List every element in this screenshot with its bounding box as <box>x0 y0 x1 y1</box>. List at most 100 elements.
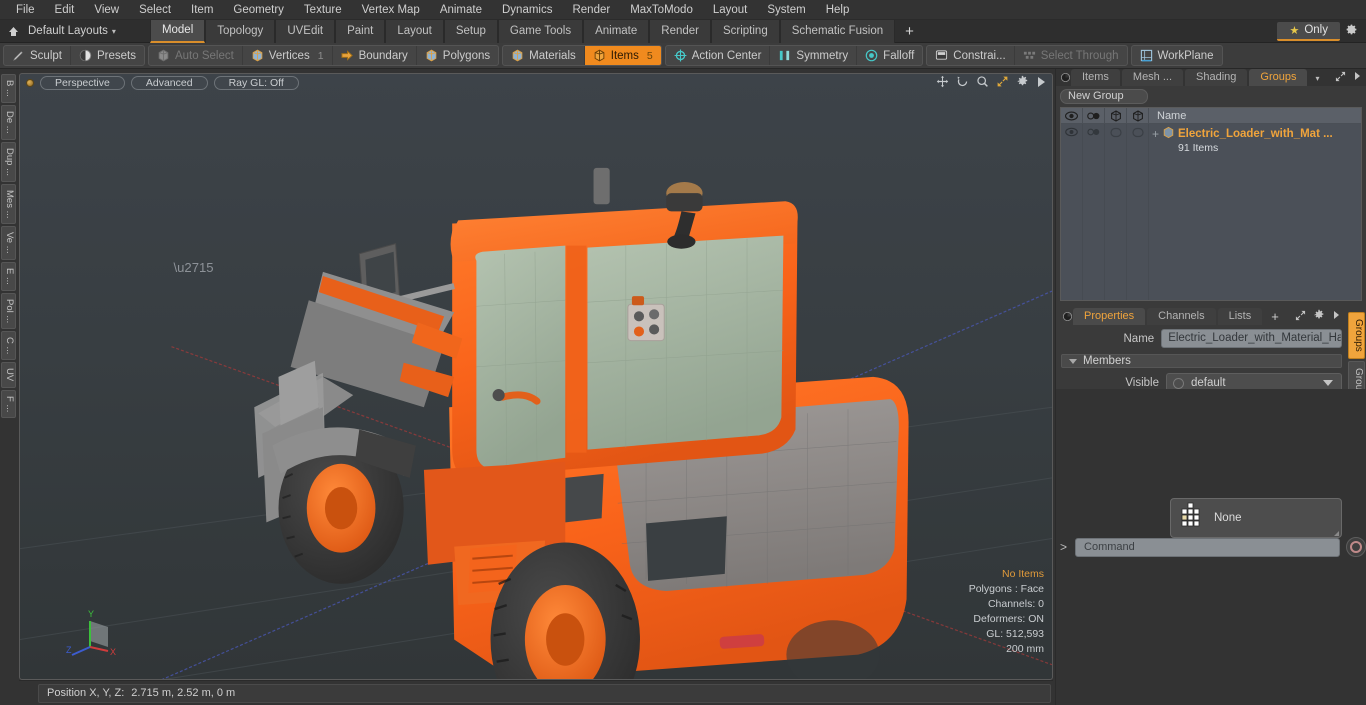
layout-tab-scripting[interactable]: Scripting <box>710 19 780 43</box>
properties-tab-lists[interactable]: Lists <box>1217 308 1263 325</box>
menu-item-edit[interactable]: Edit <box>45 0 85 20</box>
row-wire-toggle[interactable] <box>1105 124 1127 154</box>
left-tab-8[interactable]: UV <box>1 362 16 388</box>
left-tab-7[interactable]: C ... <box>1 330 16 361</box>
rotate-icon[interactable] <box>956 75 969 91</box>
left-tab-3[interactable]: Mes ... <box>1 183 16 225</box>
tool-button-constrai[interactable]: Constrai... <box>927 46 1015 65</box>
layout-tab-model[interactable]: Model <box>149 19 206 43</box>
left-tab-0[interactable]: B ... <box>1 74 16 103</box>
layout-tab-topology[interactable]: Topology <box>205 19 276 43</box>
properties-menu-icon[interactable] <box>1061 308 1073 325</box>
render-icon[interactable] <box>1083 108 1105 123</box>
layout-tab-paint[interactable]: Paint <box>335 19 386 43</box>
panel-tab-shading[interactable]: Shading <box>1185 69 1248 86</box>
property-state-circle-icon[interactable] <box>1173 377 1184 389</box>
chevron-right-icon[interactable] <box>1332 310 1340 323</box>
move-icon[interactable] <box>936 75 949 91</box>
tool-button-select-through[interactable]: Select Through <box>1015 46 1127 65</box>
expand-icon[interactable] <box>1335 71 1346 85</box>
record-icon[interactable] <box>1346 537 1366 557</box>
row-shade-toggle[interactable] <box>1127 124 1149 154</box>
left-tab-5[interactable]: E ... <box>1 261 16 291</box>
expand-icon[interactable] <box>1295 310 1306 324</box>
panel-tab-mesh[interactable]: Mesh ... <box>1121 69 1184 86</box>
viewport-projection-selector[interactable]: Perspective <box>40 76 125 90</box>
name-input[interactable]: Electric_Loader_with_Material_Ha <box>1161 329 1342 348</box>
chevron-down-icon[interactable] <box>1323 380 1333 386</box>
side-tab-groups[interactable]: Groups <box>1348 312 1365 359</box>
tool-button-vertices[interactable]: Vertices 1 <box>243 46 333 65</box>
menu-item-select[interactable]: Select <box>129 0 181 20</box>
menu-item-system[interactable]: System <box>757 0 815 20</box>
tool-button-materials[interactable]: Materials <box>503 46 585 65</box>
menu-item-file[interactable]: File <box>6 0 45 20</box>
3d-viewport[interactable]: \u2715 Perspective Advanced Ray GL: Off … <box>19 73 1053 680</box>
viewport-raygl-selector[interactable]: Ray GL: Off <box>213 76 299 90</box>
menu-item-maxtomodo[interactable]: MaxToModo <box>620 0 703 20</box>
layout-tab-layout[interactable]: Layout <box>385 19 444 43</box>
tool-button-presets[interactable]: Presets <box>71 46 144 65</box>
layout-tab-setup[interactable]: Setup <box>443 19 498 43</box>
add-layout-tab-button[interactable]: + <box>895 20 924 43</box>
tool-button-polygons[interactable]: Polygons <box>417 46 498 65</box>
left-tab-2[interactable]: Dup ... <box>1 141 16 182</box>
gear-icon[interactable] <box>1313 309 1325 324</box>
only-button[interactable]: ★ Only <box>1277 21 1340 41</box>
panel-tab-groups[interactable]: Groups <box>1249 69 1308 86</box>
row-render-toggle[interactable] <box>1083 124 1105 154</box>
table-row[interactable]: + Electric_Loader_with_Mat ... 91 Items <box>1061 124 1361 154</box>
layout-tab-animate[interactable]: Animate <box>583 19 650 43</box>
menu-item-vertex-map[interactable]: Vertex Map <box>352 0 430 20</box>
layout-selector-label[interactable]: Default Layouts <box>26 25 108 37</box>
tool-button-symmetry[interactable]: Symmetry <box>770 46 858 65</box>
new-group-button[interactable]: New Group <box>1060 89 1148 104</box>
tool-button-auto-select[interactable]: Auto Select <box>149 46 243 65</box>
chevron-down-icon[interactable]: ▾ <box>112 27 116 36</box>
properties-tab-properties[interactable]: Properties <box>1073 308 1146 325</box>
left-tab-9[interactable]: F ... <box>1 389 16 418</box>
command-input[interactable]: Command <box>1075 537 1340 557</box>
chevron-down-icon[interactable]: ▾ <box>1309 69 1325 86</box>
row-eye-toggle[interactable] <box>1061 124 1083 154</box>
layout-tab-render[interactable]: Render <box>649 19 711 43</box>
tool-button-action-center[interactable]: Action Center <box>666 46 771 65</box>
gear-icon[interactable] <box>1340 23 1362 39</box>
panel-menu-icon[interactable] <box>1059 69 1071 86</box>
eye-icon[interactable] <box>1061 108 1083 123</box>
menu-item-layout[interactable]: Layout <box>703 0 758 20</box>
tool-button-items[interactable]: Items 5 <box>584 46 661 65</box>
menu-item-dynamics[interactable]: Dynamics <box>492 0 562 20</box>
play-icon[interactable] <box>1036 76 1046 91</box>
tool-button-workplane[interactable]: WorkPlane <box>1132 46 1222 65</box>
zoom-icon[interactable] <box>976 75 989 91</box>
viewport-shading-selector[interactable]: Advanced <box>130 76 208 90</box>
groups-list[interactable]: Name + Electric_Loader_with_Mat ... 91 I… <box>1060 107 1362 301</box>
wire-icon[interactable] <box>1105 108 1127 123</box>
members-section-header[interactable]: Members <box>1061 354 1342 368</box>
panel-tab-items[interactable]: Items <box>1071 69 1120 86</box>
tool-button-falloff[interactable]: Falloff <box>857 46 922 65</box>
menu-item-view[interactable]: View <box>84 0 129 20</box>
left-tab-4[interactable]: Ve ... <box>1 226 16 260</box>
layout-tab-schematic-fusion[interactable]: Schematic Fusion <box>779 19 896 43</box>
gear-icon[interactable] <box>1016 75 1029 91</box>
properties-tab-channels[interactable]: Channels <box>1147 308 1216 325</box>
tool-button-boundary[interactable]: Boundary <box>333 46 417 65</box>
add-properties-tab-button[interactable]: + <box>1264 308 1286 325</box>
shade-icon[interactable] <box>1127 108 1149 123</box>
left-tab-1[interactable]: De ... <box>1 104 16 140</box>
left-tab-6[interactable]: Pol ... <box>1 292 16 329</box>
menu-item-item[interactable]: Item <box>181 0 223 20</box>
menu-item-render[interactable]: Render <box>562 0 620 20</box>
layout-tab-uvedit[interactable]: UVEdit <box>275 19 336 43</box>
chevron-right-icon[interactable] <box>1353 71 1361 84</box>
layout-tab-game-tools[interactable]: Game Tools <box>497 19 584 43</box>
tool-button-sculpt[interactable]: Sculpt <box>4 46 71 65</box>
menu-item-geometry[interactable]: Geometry <box>223 0 294 20</box>
expander-icon[interactable]: + <box>1152 128 1159 140</box>
menu-item-help[interactable]: Help <box>816 0 860 20</box>
selection-set-selector[interactable]: None <box>1170 498 1342 538</box>
viewport-indicator-icon[interactable] <box>26 79 34 87</box>
home-icon[interactable] <box>0 25 26 38</box>
